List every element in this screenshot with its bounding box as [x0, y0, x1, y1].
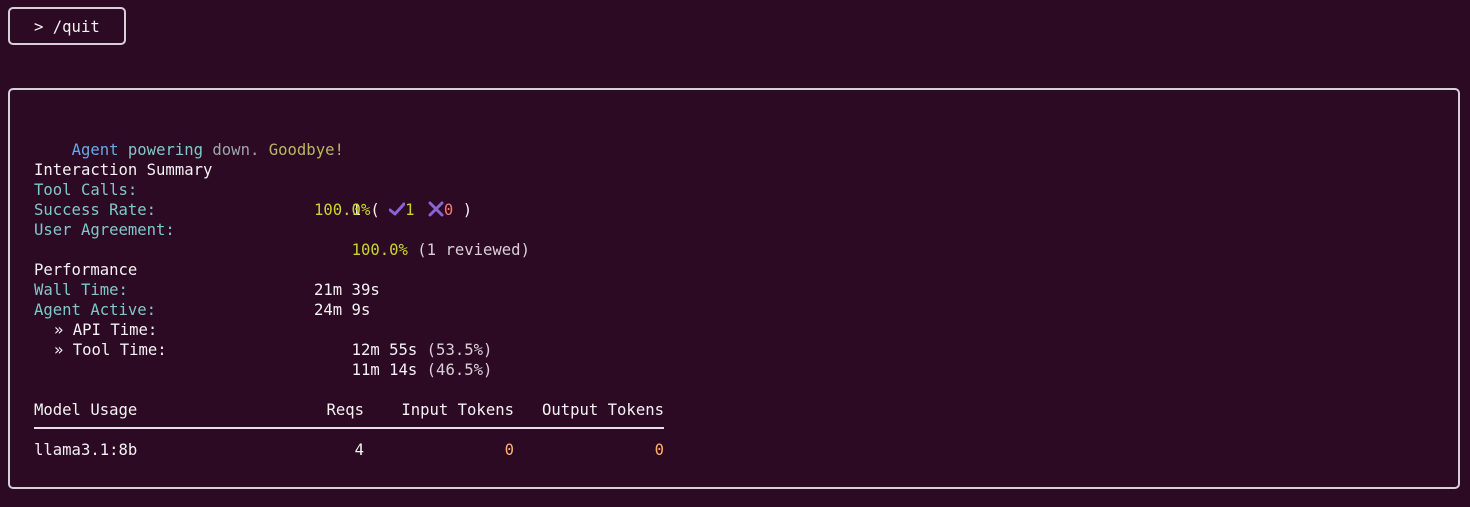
input-tokens-header: Input Tokens [401, 401, 514, 419]
performance-heading: Performance [34, 261, 138, 279]
table-row-reqs: 4 [354, 441, 364, 459]
goodbye-word-goodbye: Goodbye! [268, 141, 344, 159]
tool-time-duration: 11m 14s [351, 361, 418, 379]
output-tokens-header: Output Tokens [541, 401, 664, 419]
fail-count: 0 [443, 201, 454, 219]
goodbye-message: Agent powering down. Goodbye! [34, 120, 344, 159]
api-time-value: 12m 55s (53.5%) [314, 320, 493, 359]
command-input-box[interactable]: > /quit [8, 7, 126, 45]
tool-time-value: 11m 14s (46.5%) [314, 340, 493, 379]
wall-time-value: 21m 39s [314, 281, 380, 299]
agreement-percent: 100.0% [351, 241, 408, 259]
tool-calls-label: Tool Calls: [34, 181, 138, 199]
agreement-note: (1 reviewed) [417, 241, 530, 259]
table-row-model: llama3.1:8b [34, 441, 138, 459]
table-row-output-tokens: 0 [654, 441, 664, 459]
table-row-input-tokens: 0 [504, 441, 514, 459]
success-rate-value: 100.0% [314, 201, 371, 219]
user-agreement-value: 100.0% (1 reviewed) [314, 220, 530, 259]
goodbye-word-down: down. [212, 141, 260, 159]
table-header-rule [34, 427, 664, 429]
user-agreement-label: User Agreement: [34, 221, 175, 239]
cross-icon [428, 201, 444, 217]
session-summary-panel: Agent powering down. Goodbye! Interactio… [8, 88, 1460, 489]
open-paren: ( [370, 201, 380, 219]
tool-time-label: » Tool Time: [54, 341, 167, 359]
check-icon [388, 202, 406, 216]
model-usage-header: Model Usage [34, 401, 138, 419]
tool-time-percent: (46.5%) [426, 361, 493, 379]
goodbye-word-powering: powering [127, 141, 204, 159]
agent-active-label: Agent Active: [34, 301, 157, 319]
command-text: > /quit [34, 18, 100, 36]
interaction-summary-heading: Interaction Summary [34, 161, 213, 179]
success-count: 1 [405, 201, 415, 219]
goodbye-word-agent: Agent [71, 141, 119, 159]
agent-active-value: 24m 9s [314, 301, 371, 319]
success-rate-label: Success Rate: [34, 201, 157, 219]
tool-calls-value: 1 ( 1 0 ) [314, 180, 473, 219]
close-paren: ) [462, 201, 473, 219]
wall-time-label: Wall Time: [34, 281, 128, 299]
api-time-label: » API Time: [54, 321, 158, 339]
reqs-header: Reqs [326, 401, 364, 419]
